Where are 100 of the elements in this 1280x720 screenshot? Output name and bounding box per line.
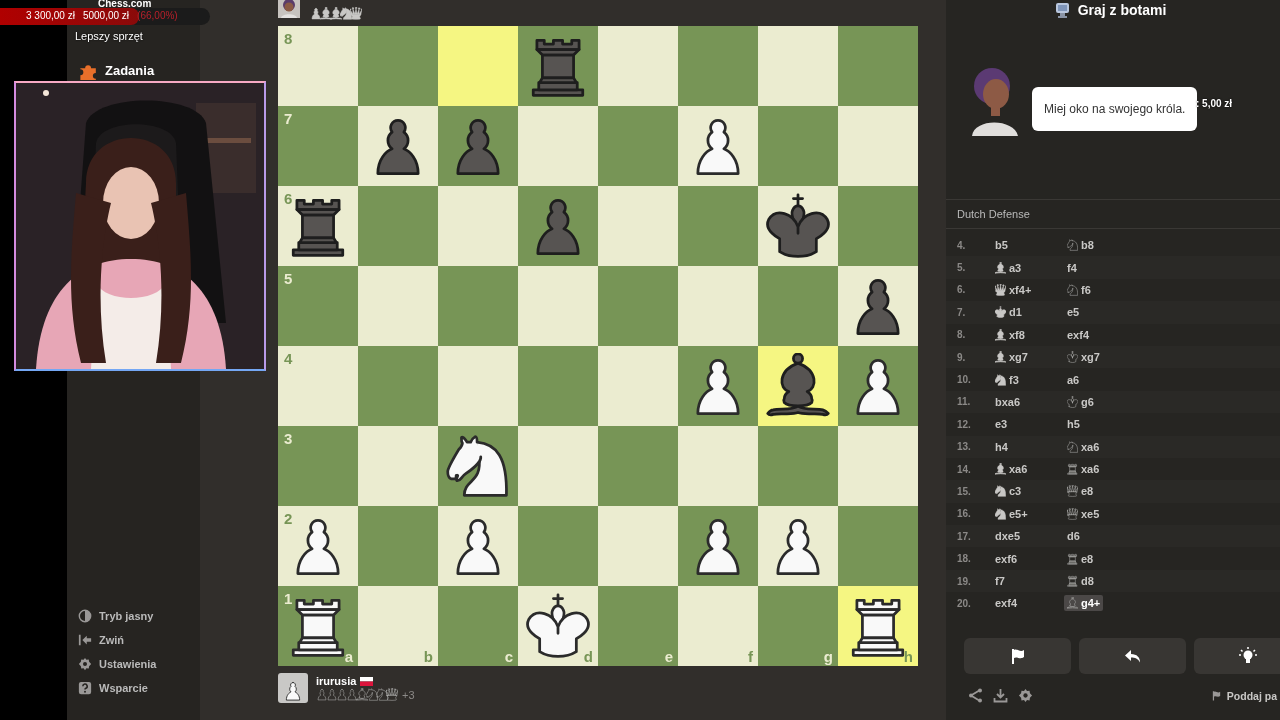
move-entry[interactable]: h5	[1064, 416, 1083, 433]
undo-button[interactable]	[1079, 638, 1186, 674]
move-entry[interactable]: a6	[1064, 371, 1083, 388]
move-entry[interactable]: f7	[992, 573, 1064, 590]
move-entry[interactable]: e5	[1064, 304, 1083, 321]
donation-overlay-text: : 5,00 zł	[1196, 98, 1233, 109]
king-icon	[995, 306, 1006, 319]
board-square[interactable]	[438, 426, 518, 506]
share-icon[interactable]	[968, 688, 983, 703]
move-number: 8.	[956, 329, 967, 341]
knight-icon	[340, 6, 352, 20]
board-square[interactable]	[358, 106, 438, 186]
move-entry[interactable]: f3	[992, 371, 1064, 388]
flag-icon	[360, 676, 374, 686]
file-label: e	[664, 648, 673, 665]
download-icon[interactable]	[993, 688, 1008, 703]
queen-icon	[386, 688, 398, 701]
move-entry[interactable]: d6	[1064, 528, 1083, 545]
rook-icon	[1067, 463, 1078, 476]
queen-icon	[1067, 507, 1078, 520]
panel-title: Graj z botami	[1077, 2, 1167, 18]
move-entry[interactable]: e8	[1064, 483, 1097, 500]
move-entry[interactable]: b8	[1064, 237, 1097, 254]
move-entry[interactable]: exf4	[992, 595, 1064, 612]
board-square[interactable]	[758, 346, 838, 426]
move-entry[interactable]: bxa6	[992, 393, 1064, 410]
move-entry[interactable]: f4	[1064, 259, 1080, 276]
bishop-icon	[995, 261, 1006, 274]
settings-icon	[78, 657, 92, 671]
board-square[interactable]	[758, 506, 838, 586]
move-entry[interactable]: exf4	[1064, 326, 1093, 343]
move-number: 19.	[956, 575, 972, 587]
board-square[interactable]	[678, 506, 758, 586]
rank-label: 5	[284, 270, 293, 287]
move-entry[interactable]: e5+	[992, 505, 1064, 522]
rank-label: 1	[284, 590, 293, 607]
donation-raised: 3 300,00 zł	[26, 10, 75, 21]
hint-button[interactable]	[1194, 638, 1280, 674]
move-entry[interactable]: b5	[992, 237, 1064, 254]
move-entry[interactable]: a3	[992, 259, 1064, 276]
sidebar-item[interactable]: Zwiń	[67, 628, 200, 652]
resign-button[interactable]	[964, 638, 1071, 674]
knight-icon	[1067, 283, 1078, 296]
board-square[interactable]	[678, 106, 758, 186]
pawn-icon	[326, 688, 338, 701]
sidebar-item[interactable]: Tryb jasny	[67, 604, 200, 628]
move-entry[interactable]: xf4+	[992, 281, 1064, 298]
move-entry[interactable]: xa6	[1064, 438, 1103, 455]
move-entry[interactable]: h4	[992, 438, 1064, 455]
bishop-icon	[320, 6, 332, 20]
file-label: g	[823, 648, 833, 665]
file-label: c	[504, 648, 513, 665]
board-square[interactable]	[838, 346, 918, 426]
board-square[interactable]	[678, 346, 758, 426]
lightbulb-icon	[1238, 647, 1257, 665]
move-entry[interactable]: xf8	[992, 326, 1064, 343]
move-entry[interactable]: d8	[1064, 573, 1097, 590]
move-entry[interactable]: exf6	[992, 550, 1064, 567]
king-icon	[1067, 351, 1078, 364]
rook-icon	[1067, 575, 1078, 588]
bishop-icon	[995, 463, 1006, 476]
move-entry[interactable]: xg7	[1064, 349, 1103, 366]
move-entry[interactable]: g6	[1064, 393, 1097, 410]
move-entry[interactable]: d1	[992, 304, 1064, 321]
flag-icon	[1210, 690, 1222, 701]
king-icon	[1067, 395, 1078, 408]
move-entry[interactable]: xg7	[992, 349, 1064, 366]
pawn-icon	[316, 688, 328, 701]
site-logo: Chess.com	[98, 0, 152, 9]
undo-icon	[1123, 647, 1142, 665]
sidebar-item[interactable]: Wsparcie	[67, 676, 200, 700]
board-square[interactable]	[838, 266, 918, 346]
move-entry[interactable]: xa6	[1064, 461, 1103, 478]
move-number: 10.	[956, 374, 972, 386]
bishop-icon	[995, 328, 1006, 341]
pawn-icon	[346, 688, 358, 701]
board-square[interactable]	[438, 506, 518, 586]
pawn-icon	[336, 688, 348, 701]
move-number: 4.	[956, 239, 967, 251]
move-entry[interactable]: xe5	[1064, 505, 1103, 522]
opening-name: Dutch Defense	[946, 200, 1280, 229]
move-entry[interactable]: e3	[992, 416, 1064, 433]
sidebar-item[interactable]: Ustawienia	[67, 652, 200, 676]
pawn-icon	[310, 6, 322, 20]
move-entry[interactable]: g4+	[1064, 595, 1104, 612]
move-number: 18.	[956, 553, 972, 565]
resign-link[interactable]: Poddaj pa	[1210, 689, 1277, 702]
overlay-text: Lepszy sprzęt	[75, 30, 143, 42]
move-entry[interactable]: f6	[1064, 281, 1094, 298]
move-number: 15.	[956, 486, 972, 497]
settings-icon[interactable]	[1018, 688, 1033, 703]
move-number: 12.	[956, 418, 972, 430]
sidebar-item[interactable]: Zadania	[67, 58, 200, 82]
move-entry[interactable]: c3	[992, 483, 1064, 500]
board-square[interactable]	[758, 186, 838, 266]
move-entry[interactable]: e8	[1064, 550, 1097, 567]
player-name: irurusia	[316, 675, 357, 687]
move-number: 7.	[956, 306, 967, 318]
move-entry[interactable]: dxe5	[992, 528, 1064, 545]
move-entry[interactable]: xa6	[992, 461, 1064, 478]
